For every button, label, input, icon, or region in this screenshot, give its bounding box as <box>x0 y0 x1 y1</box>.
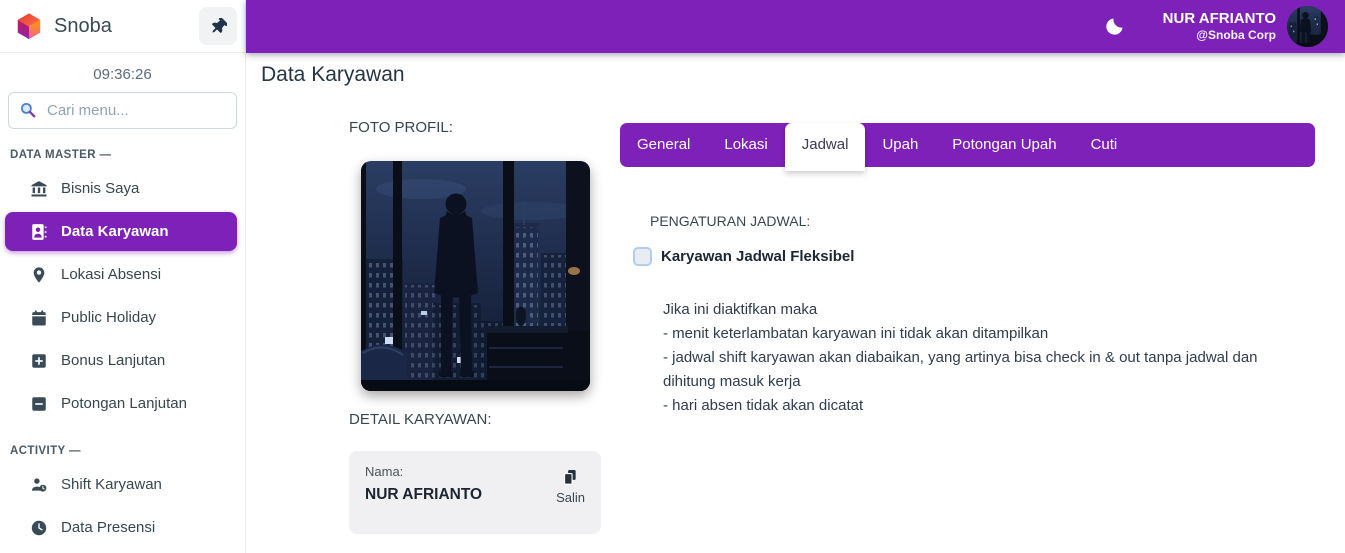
sidebar-nav-data-master: Bisnis Saya Data Karyawan Lokasi Absensi… <box>0 167 245 425</box>
sidebar-item-data-karyawan[interactable]: Data Karyawan <box>5 212 237 251</box>
page-title: Data Karyawan <box>261 63 405 86</box>
photo-label: FOTO PROFIL: <box>349 119 453 136</box>
search-input[interactable] <box>8 92 237 129</box>
sidebar-header: Snoba <box>0 0 245 53</box>
tab-cuti[interactable]: Cuti <box>1074 123 1135 167</box>
clock-icon <box>30 519 48 537</box>
pin-icon <box>210 17 227 35</box>
tab-jadwal[interactable]: Jadwal <box>784 123 866 171</box>
description-line: - jadwal shift karyawan akan diabaikan, … <box>663 349 1258 390</box>
snoba-logo-icon <box>14 11 44 41</box>
search-box <box>8 92 237 129</box>
brand-name: Snoba <box>54 14 112 37</box>
sidebar-item-bisnis-saya[interactable]: Bisnis Saya <box>0 167 245 210</box>
map-marker-icon <box>30 266 48 284</box>
copy-icon <box>561 468 580 487</box>
id-badge-icon <box>30 223 48 241</box>
schedule-description: Jika ini diaktifkan maka - menit keterla… <box>663 298 1278 418</box>
flexible-schedule-checkbox[interactable] <box>633 247 652 266</box>
description-line: - menit keterlambatan karyawan ini tidak… <box>663 325 1049 342</box>
sidebar-item-lokasi-absensi[interactable]: Lokasi Absensi <box>0 253 245 296</box>
section-label-data-master: DATA MASTER — <box>10 149 112 161</box>
sidebar-nav-activity: Shift Karyawan Data Presensi <box>0 463 245 549</box>
sidebar-item-label: Public Holiday <box>61 309 157 326</box>
bank-icon <box>30 180 48 198</box>
sidebar-item-shift-karyawan[interactable]: Shift Karyawan <box>0 463 245 506</box>
tab-lokasi[interactable]: Lokasi <box>707 123 784 167</box>
flexible-schedule-row: Karyawan Jadwal Fleksibel <box>633 247 854 266</box>
name-field: Nama: NUR AFRIANTO <box>365 464 482 521</box>
name-field-label: Nama: <box>365 464 404 479</box>
description-line: Jika ini diaktifkan maka <box>663 301 818 318</box>
flexible-schedule-label: Karyawan Jadwal Fleksibel <box>661 248 855 265</box>
name-field-value: NUR AFRIANTO <box>365 486 483 503</box>
minus-square-icon <box>30 395 48 413</box>
app: { "colors": { "accent": "#7d21b8", "side… <box>0 0 1345 553</box>
search-icon <box>19 101 37 119</box>
sidebar-item-public-holiday[interactable]: Public Holiday <box>0 296 245 339</box>
sidebar-item-bonus-lanjutan[interactable]: Bonus Lanjutan <box>0 339 245 382</box>
copy-name-button[interactable]: Salin <box>556 464 585 521</box>
plus-square-icon <box>30 352 48 370</box>
topbar: NUR AFRIANTO @Snoba Corp <box>246 0 1345 53</box>
sidebar-item-label: Data Karyawan <box>61 223 169 240</box>
sidebar-item-label: Lokasi Absensi <box>61 266 162 283</box>
employee-detail-card: Nama: NUR AFRIANTO Salin <box>349 451 601 534</box>
tab-bar: General Lokasi Jadwal Upah Potongan Upah… <box>620 123 1315 171</box>
main-content: Data Karyawan FOTO PROFIL: DETAIL KARYAW… <box>246 53 1345 553</box>
user-org: @Snoba Corp <box>1196 28 1276 43</box>
clock-time: 09:36:26 <box>93 66 152 83</box>
section-label-activity: ACTIVITY — <box>10 445 81 457</box>
tab-upah[interactable]: Upah <box>865 123 935 167</box>
pin-sidebar-button[interactable] <box>199 7 237 45</box>
sidebar-item-label: Potongan Lanjutan <box>61 395 187 412</box>
user-name: NUR AFRIANTO <box>1162 9 1276 27</box>
sidebar-item-label: Data Presensi <box>61 519 156 536</box>
sidebar-item-potongan-lanjutan[interactable]: Potongan Lanjutan <box>0 382 245 425</box>
sidebar-item-label: Bisnis Saya <box>61 180 140 197</box>
detail-label: DETAIL KARYAWAN: <box>349 411 492 428</box>
app-frame: Snoba 09:36:26 DATA MASTER — Bisnis Saya <box>0 0 1345 553</box>
profile-photo <box>361 161 590 391</box>
user-clock-icon <box>30 476 48 494</box>
dark-mode-toggle[interactable] <box>1104 16 1125 37</box>
schedule-settings-label: PENGATURAN JADWAL: <box>650 213 811 229</box>
description-line: - hari absen tidak akan dicatat <box>663 397 864 414</box>
user-avatar[interactable] <box>1287 6 1328 47</box>
tab-potongan-upah[interactable]: Potongan Upah <box>935 123 1073 167</box>
user-meta: NUR AFRIANTO @Snoba Corp <box>1163 10 1276 44</box>
tab-general[interactable]: General <box>620 123 707 167</box>
moon-icon <box>1104 16 1125 37</box>
sidebar-item-data-presensi[interactable]: Data Presensi <box>0 506 245 549</box>
copy-label: Salin <box>556 490 585 505</box>
calendar-icon <box>30 309 48 327</box>
sidebar-item-label: Bonus Lanjutan <box>61 352 166 369</box>
sidebar: Snoba 09:36:26 DATA MASTER — Bisnis Saya <box>0 0 246 553</box>
sidebar-item-label: Shift Karyawan <box>61 476 162 493</box>
